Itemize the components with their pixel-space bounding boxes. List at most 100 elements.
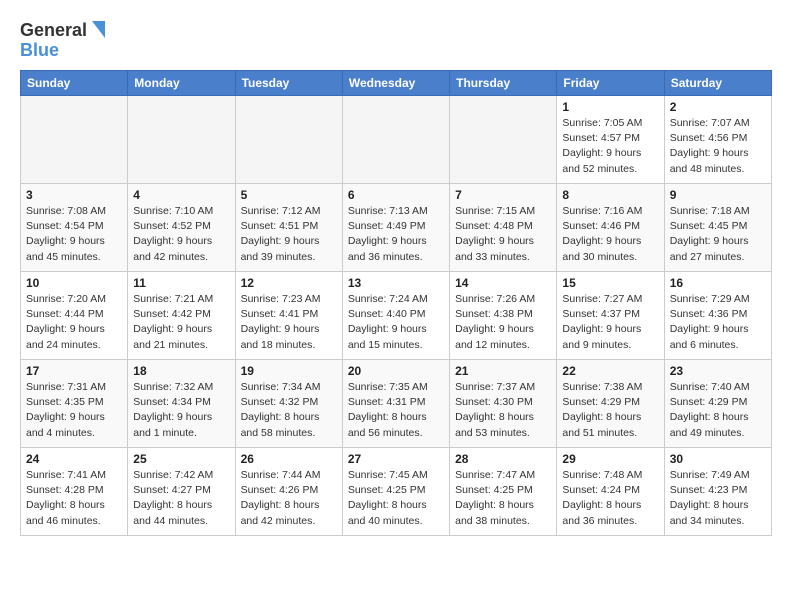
day-number: 9 (670, 188, 766, 202)
day-info: Sunrise: 7:21 AM Sunset: 4:42 PM Dayligh… (133, 292, 229, 353)
day-info: Sunrise: 7:07 AM Sunset: 4:56 PM Dayligh… (670, 116, 766, 177)
day-number: 8 (562, 188, 658, 202)
day-info: Sunrise: 7:23 AM Sunset: 4:41 PM Dayligh… (241, 292, 337, 353)
day-number: 10 (26, 276, 122, 290)
day-number: 6 (348, 188, 444, 202)
day-number: 16 (670, 276, 766, 290)
calendar-cell (235, 96, 342, 184)
calendar-cell: 13 Sunrise: 7:24 AM Sunset: 4:40 PM Dayli… (342, 272, 449, 360)
day-number: 5 (241, 188, 337, 202)
calendar-cell: 15Sunrise: 7:27 AM Sunset: 4:37 PM Dayli… (557, 272, 664, 360)
calendar-cell: 10 Sunrise: 7:20 AM Sunset: 4:44 PM Dayli… (21, 272, 128, 360)
calendar-cell: 22 Sunrise: 7:38 AM Sunset: 4:29 PM Dayli… (557, 360, 664, 448)
day-info: Sunrise: 7:37 AM Sunset: 4:30 PM Dayligh… (455, 380, 551, 441)
calendar-cell: 16 Sunrise: 7:29 AM Sunset: 4:36 PM Dayli… (664, 272, 771, 360)
weekday-header: Saturday (664, 71, 771, 96)
calendar-cell: 24 Sunrise: 7:41 AM Sunset: 4:28 PM Dayli… (21, 448, 128, 536)
page-container: GeneralBlue SundayMondayTuesdayWednesday… (0, 0, 792, 546)
day-number: 29 (562, 452, 658, 466)
calendar-cell: 5 Sunrise: 7:12 AM Sunset: 4:51 PM Daylig… (235, 184, 342, 272)
calendar-cell: 18 Sunrise: 7:32 AM Sunset: 4:34 PM Dayli… (128, 360, 235, 448)
day-info: Sunrise: 7:15 AM Sunset: 4:48 PM Dayligh… (455, 204, 551, 265)
day-info: Sunrise: 7:18 AM Sunset: 4:45 PM Dayligh… (670, 204, 766, 265)
day-info: Sunrise: 7:32 AM Sunset: 4:34 PM Dayligh… (133, 380, 229, 441)
day-number: 3 (26, 188, 122, 202)
day-info: Sunrise: 7:41 AM Sunset: 4:28 PM Dayligh… (26, 468, 122, 529)
calendar-cell: 20Sunrise: 7:35 AM Sunset: 4:31 PM Dayli… (342, 360, 449, 448)
day-info: Sunrise: 7:12 AM Sunset: 4:51 PM Dayligh… (241, 204, 337, 265)
calendar-week-row: 24 Sunrise: 7:41 AM Sunset: 4:28 PM Dayli… (21, 448, 772, 536)
calendar-cell: 4 Sunrise: 7:10 AM Sunset: 4:52 PM Daylig… (128, 184, 235, 272)
day-number: 17 (26, 364, 122, 378)
day-info: Sunrise: 7:45 AM Sunset: 4:25 PM Dayligh… (348, 468, 444, 529)
day-info: Sunrise: 7:42 AM Sunset: 4:27 PM Dayligh… (133, 468, 229, 529)
calendar-cell: 1Sunrise: 7:05 AM Sunset: 4:57 PM Daylig… (557, 96, 664, 184)
calendar-cell: 6 Sunrise: 7:13 AM Sunset: 4:49 PM Daylig… (342, 184, 449, 272)
day-number: 4 (133, 188, 229, 202)
day-number: 2 (670, 100, 766, 114)
weekday-header: Wednesday (342, 71, 449, 96)
logo-svg: GeneralBlue (20, 16, 110, 60)
calendar-cell: 14 Sunrise: 7:26 AM Sunset: 4:38 PM Dayli… (450, 272, 557, 360)
weekday-header: Friday (557, 71, 664, 96)
logo: GeneralBlue (20, 16, 110, 60)
day-info: Sunrise: 7:16 AM Sunset: 4:46 PM Dayligh… (562, 204, 658, 265)
day-number: 28 (455, 452, 551, 466)
day-number: 30 (670, 452, 766, 466)
day-info: Sunrise: 7:08 AM Sunset: 4:54 PM Dayligh… (26, 204, 122, 265)
calendar-week-row: 1Sunrise: 7:05 AM Sunset: 4:57 PM Daylig… (21, 96, 772, 184)
calendar-cell: 26Sunrise: 7:44 AM Sunset: 4:26 PM Dayli… (235, 448, 342, 536)
weekday-header: Sunday (21, 71, 128, 96)
calendar-cell: 12 Sunrise: 7:23 AM Sunset: 4:41 PM Dayli… (235, 272, 342, 360)
day-number: 1 (562, 100, 658, 114)
day-info: Sunrise: 7:20 AM Sunset: 4:44 PM Dayligh… (26, 292, 122, 353)
calendar-week-row: 17Sunrise: 7:31 AM Sunset: 4:35 PM Dayli… (21, 360, 772, 448)
day-info: Sunrise: 7:38 AM Sunset: 4:29 PM Dayligh… (562, 380, 658, 441)
day-number: 20 (348, 364, 444, 378)
weekday-header: Tuesday (235, 71, 342, 96)
day-number: 19 (241, 364, 337, 378)
calendar-cell: 29Sunrise: 7:48 AM Sunset: 4:24 PM Dayli… (557, 448, 664, 536)
day-info: Sunrise: 7:29 AM Sunset: 4:36 PM Dayligh… (670, 292, 766, 353)
day-info: Sunrise: 7:13 AM Sunset: 4:49 PM Dayligh… (348, 204, 444, 265)
weekday-header: Thursday (450, 71, 557, 96)
day-number: 13 (348, 276, 444, 290)
calendar-cell: 2 Sunrise: 7:07 AM Sunset: 4:56 PM Daylig… (664, 96, 771, 184)
calendar-cell: 28Sunrise: 7:47 AM Sunset: 4:25 PM Dayli… (450, 448, 557, 536)
day-info: Sunrise: 7:34 AM Sunset: 4:32 PM Dayligh… (241, 380, 337, 441)
day-number: 25 (133, 452, 229, 466)
calendar-week-row: 3 Sunrise: 7:08 AM Sunset: 4:54 PM Daylig… (21, 184, 772, 272)
calendar-cell: 9 Sunrise: 7:18 AM Sunset: 4:45 PM Daylig… (664, 184, 771, 272)
calendar-cell (342, 96, 449, 184)
day-number: 26 (241, 452, 337, 466)
day-number: 21 (455, 364, 551, 378)
day-number: 11 (133, 276, 229, 290)
calendar-cell: 3 Sunrise: 7:08 AM Sunset: 4:54 PM Daylig… (21, 184, 128, 272)
calendar-cell: 11 Sunrise: 7:21 AM Sunset: 4:42 PM Dayli… (128, 272, 235, 360)
day-number: 27 (348, 452, 444, 466)
day-number: 24 (26, 452, 122, 466)
calendar-cell: 8 Sunrise: 7:16 AM Sunset: 4:46 PM Daylig… (557, 184, 664, 272)
svg-text:General: General (20, 20, 87, 40)
day-info: Sunrise: 7:27 AM Sunset: 4:37 PM Dayligh… (562, 292, 658, 353)
calendar-cell: 21 Sunrise: 7:37 AM Sunset: 4:30 PM Dayli… (450, 360, 557, 448)
day-number: 22 (562, 364, 658, 378)
calendar-cell (21, 96, 128, 184)
day-info: Sunrise: 7:10 AM Sunset: 4:52 PM Dayligh… (133, 204, 229, 265)
calendar-cell: 17Sunrise: 7:31 AM Sunset: 4:35 PM Dayli… (21, 360, 128, 448)
day-number: 12 (241, 276, 337, 290)
calendar-cell: 27 Sunrise: 7:45 AM Sunset: 4:25 PM Dayli… (342, 448, 449, 536)
calendar-header-row: SundayMondayTuesdayWednesdayThursdayFrid… (21, 71, 772, 96)
day-number: 14 (455, 276, 551, 290)
day-number: 18 (133, 364, 229, 378)
day-info: Sunrise: 7:40 AM Sunset: 4:29 PM Dayligh… (670, 380, 766, 441)
calendar-cell (128, 96, 235, 184)
header: GeneralBlue (20, 16, 772, 60)
day-info: Sunrise: 7:24 AM Sunset: 4:40 PM Dayligh… (348, 292, 444, 353)
day-number: 23 (670, 364, 766, 378)
calendar-cell: 30Sunrise: 7:49 AM Sunset: 4:23 PM Dayli… (664, 448, 771, 536)
weekday-header: Monday (128, 71, 235, 96)
calendar-cell (450, 96, 557, 184)
calendar-cell: 23 Sunrise: 7:40 AM Sunset: 4:29 PM Dayli… (664, 360, 771, 448)
day-info: Sunrise: 7:26 AM Sunset: 4:38 PM Dayligh… (455, 292, 551, 353)
